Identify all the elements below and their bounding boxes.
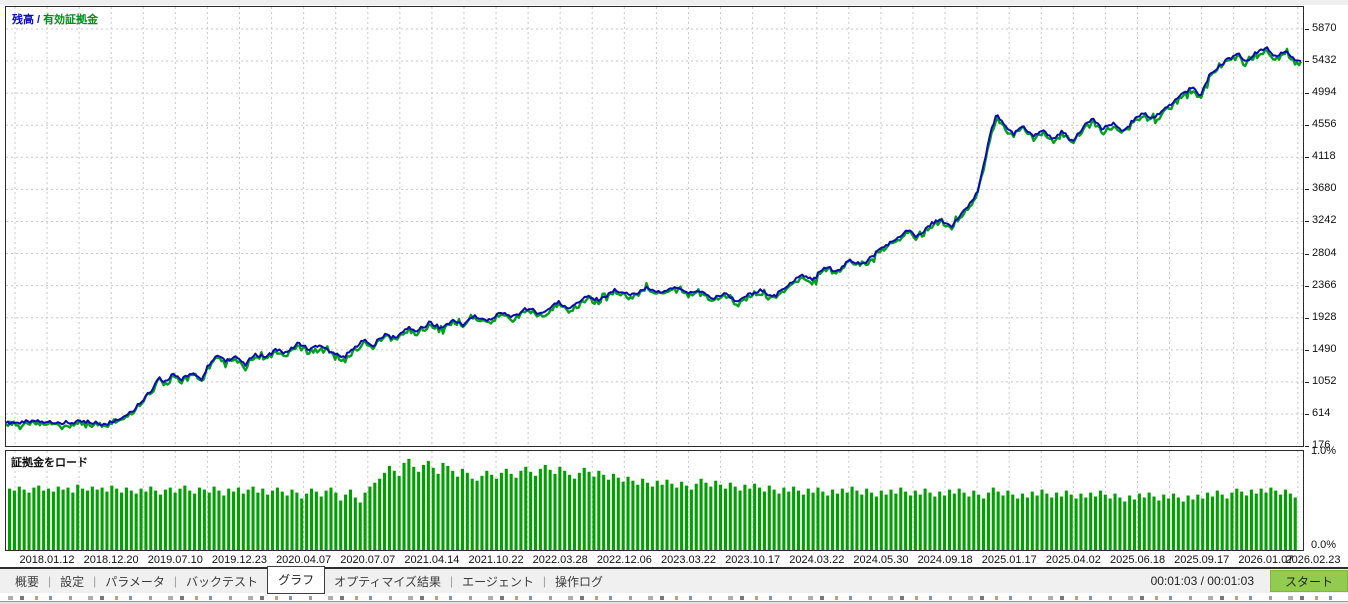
x-axis-label: 2018.01.12 — [19, 554, 75, 566]
y-axis-tick — [1305, 28, 1309, 30]
balance-equity-chart-panel[interactable]: 残高 / 有効証拠金 — [5, 6, 1304, 447]
y-axis-label: 3242 — [1312, 214, 1337, 227]
window-top-strip — [0, 0, 1348, 5]
cropped-toolbar-strip — [0, 593, 1348, 604]
x-axis-label: 2019.12.23 — [211, 554, 267, 566]
margin-load-chart-panel[interactable]: 証拠金をロード — [5, 450, 1304, 551]
start-button[interactable]: スタート — [1270, 570, 1348, 592]
margin-axis-min-label: 0.0% — [1311, 539, 1337, 551]
y-axis-tick — [1305, 125, 1309, 127]
x-axis-label: 2022.03.28 — [532, 554, 588, 566]
x-axis-label: 2024.03.22 — [789, 554, 845, 566]
y-axis-label: 4556 — [1312, 118, 1337, 131]
tester-tab-bar: 概要 | 設定 | パラメータ | バックテスト グラフ オプティマイズ結果 | エージェント | 操作… — [0, 565, 1348, 594]
y-axis-label: 4118 — [1312, 150, 1336, 163]
y-axis-tick — [1305, 157, 1309, 159]
y-axis-tick — [1305, 381, 1309, 383]
x-axis-label: 2021.04.14 — [404, 554, 460, 566]
x-axis-label: 2025.01.17 — [981, 554, 1037, 566]
x-axis-label: 2025.09.17 — [1174, 554, 1230, 566]
x-axis-label: 2020.07.07 — [340, 554, 396, 566]
margin-axis-max-label: 1.0% — [1311, 445, 1337, 457]
y-axis-label: 4994 — [1312, 86, 1337, 99]
balance-equity-chart — [6, 7, 1303, 446]
x-axis-label: 2025.04.02 — [1045, 554, 1101, 566]
x-axis-label: 2018.12.20 — [83, 554, 139, 566]
y-axis-label: 5870 — [1312, 21, 1337, 34]
y-axis-label: 5432 — [1312, 54, 1337, 67]
y-axis-tick — [1305, 317, 1309, 319]
y-axis-label: 3680 — [1312, 182, 1337, 195]
tab-parameters[interactable]: パラメータ — [96, 570, 174, 593]
tab-optimization-results[interactable]: オプティマイズ結果 — [325, 570, 450, 593]
x-axis-label: 2024.05.30 — [853, 554, 909, 566]
y-axis-tick — [1305, 61, 1309, 63]
y-axis-label: 2804 — [1312, 246, 1337, 259]
x-axis-label: 2022.12.06 — [596, 554, 652, 566]
elapsed-time: 00:01:03 / 00:01:03 — [1150, 574, 1254, 588]
x-axis-label: 2024.09.18 — [917, 554, 973, 566]
y-axis-tick — [1305, 446, 1309, 448]
strategy-tester-graph-window: 残高 / 有効証拠金 証拠金をロード 5870 5432 4994 4556 4118 368… — [0, 0, 1348, 604]
chart-legend: 残高 / 有効証拠金 — [12, 11, 98, 27]
y-axis-label: 1928 — [1312, 310, 1337, 323]
tab-journal[interactable]: 操作ログ — [546, 570, 612, 593]
y-axis-tick — [1305, 253, 1309, 255]
legend-separator: / — [37, 14, 41, 26]
tab-backtest[interactable]: バックテスト — [177, 570, 267, 593]
margin-load-chart — [8, 451, 1299, 550]
legend-equity-label: 有効証拠金 — [43, 14, 99, 26]
tab-agents[interactable]: エージェント — [453, 570, 543, 593]
tab-graph[interactable]: グラフ — [267, 565, 326, 594]
x-axis-label: 2021.10.22 — [468, 554, 524, 566]
x-axis-label: 2023.10.17 — [725, 554, 781, 566]
y-axis-label: 2366 — [1312, 278, 1337, 291]
y-axis-tick — [1305, 221, 1309, 223]
y-axis-label: 614 — [1312, 407, 1331, 419]
x-axis-label: 2025.06.18 — [1110, 554, 1166, 566]
x-axis-label: 2020.04.07 — [276, 554, 332, 566]
y-axis-tick — [1305, 414, 1309, 415]
cropped-toolbar-content — [8, 596, 1340, 600]
x-axis-label: 2023.03.22 — [660, 554, 717, 566]
y-axis-label: 1490 — [1312, 342, 1337, 355]
y-axis-tick — [1305, 93, 1309, 95]
tab-settings[interactable]: 設定 — [51, 570, 93, 593]
tab-strip: 概要 | 設定 | パラメータ | バックテスト グラフ オプティマイズ結果 | エージェント | 操作… — [6, 565, 612, 594]
y-axis-label: 1052 — [1312, 374, 1337, 387]
x-axis-label: 2019.07.10 — [147, 554, 203, 566]
y-axis-tick — [1305, 189, 1309, 191]
margin-load-label: 証拠金をロード — [11, 457, 88, 469]
y-axis-tick — [1305, 349, 1309, 351]
x-axis-label: 2026.02.23 — [1285, 554, 1341, 566]
y-axis-tick — [1305, 285, 1309, 287]
tab-overview[interactable]: 概要 — [6, 570, 48, 593]
legend-balance-label: 残高 — [12, 14, 34, 26]
